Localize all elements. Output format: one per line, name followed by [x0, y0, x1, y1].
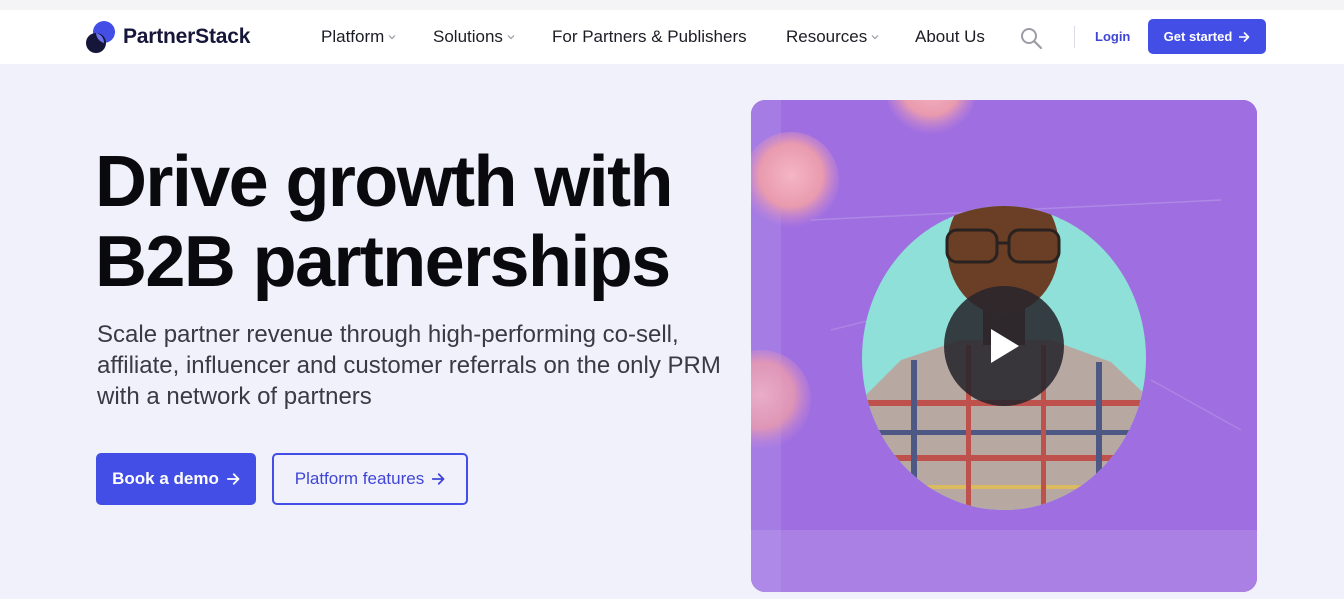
nav-solutions[interactable]: Solutions — [433, 27, 515, 47]
hero-title: Drive growth with B2B partnerships — [95, 142, 735, 302]
search-icon[interactable] — [1019, 26, 1043, 50]
arrow-right-icon — [226, 473, 240, 485]
partnerstack-logo-icon — [86, 21, 115, 53]
header-divider — [1074, 26, 1075, 48]
hero-video[interactable] — [751, 100, 1257, 592]
chevron-down-icon — [507, 35, 515, 40]
nav-platform-label: Platform — [321, 27, 385, 46]
platform-features-label: Platform features — [294, 469, 425, 488]
hero-title-line1: Drive growth with — [95, 142, 673, 222]
nav-partners-publishers[interactable]: For Partners & Publishers — [552, 27, 747, 47]
arrow-right-icon — [1239, 31, 1250, 42]
nav-platform[interactable]: Platform — [321, 27, 396, 47]
arrow-right-icon — [432, 473, 445, 485]
get-started-label: Get started — [1163, 29, 1233, 44]
hero-subtitle: Scale partner revenue through high-perfo… — [97, 321, 721, 410]
get-started-button[interactable]: Get started — [1148, 19, 1266, 54]
nav-resources[interactable]: Resources — [786, 27, 879, 47]
chevron-down-icon — [871, 35, 879, 40]
chevron-down-icon — [388, 35, 396, 40]
book-demo-button[interactable]: Book a demo — [96, 453, 256, 505]
platform-features-button[interactable]: Platform features — [272, 453, 468, 505]
site-header: PartnerStack Platform Solutions For Part… — [0, 10, 1344, 64]
login-link[interactable]: Login — [1095, 29, 1130, 44]
nav-solutions-label: Solutions — [433, 27, 503, 46]
hero-title-line2: B2B partnerships — [95, 222, 671, 302]
nav-about-us-label: About Us — [915, 27, 985, 46]
top-strip — [0, 0, 1344, 10]
nav-resources-label: Resources — [786, 27, 868, 46]
play-icon — [991, 329, 1019, 363]
play-button[interactable] — [944, 286, 1064, 406]
book-demo-label: Book a demo — [112, 469, 219, 488]
logo-text: PartnerStack — [123, 25, 251, 48]
logo[interactable]: PartnerStack — [85, 20, 250, 54]
nav-about-us[interactable]: About Us — [915, 27, 985, 47]
nav-partners-publishers-label: For Partners & Publishers — [552, 27, 747, 46]
